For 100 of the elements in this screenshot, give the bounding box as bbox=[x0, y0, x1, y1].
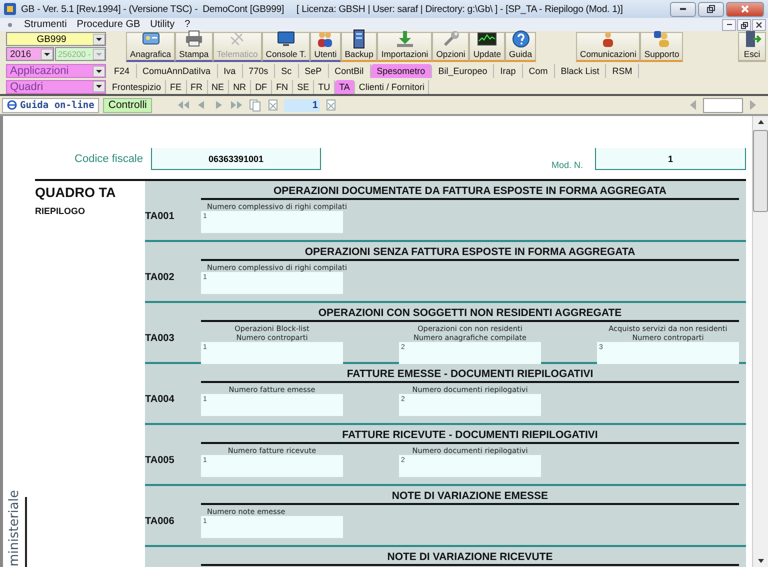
dropdown-arrow-icon bbox=[93, 34, 105, 44]
next-icon bbox=[748, 98, 758, 112]
section-title: NOTE DI VARIAZIONE RICEVUTE bbox=[201, 551, 739, 566]
tab[interactable]: Clienti / Fornitori bbox=[354, 80, 430, 94]
record-field[interactable] bbox=[703, 98, 743, 112]
tab[interactable]: 770s bbox=[242, 64, 276, 78]
tab[interactable]: NR bbox=[229, 80, 252, 94]
company-dropdown[interactable]: GB999 bbox=[6, 32, 106, 46]
tab[interactable]: F24 bbox=[108, 64, 137, 78]
toolbar-button[interactable]: Stampa bbox=[175, 32, 213, 62]
row-code: TA003 bbox=[145, 333, 174, 344]
tab[interactable]: Irap bbox=[494, 64, 523, 78]
scroll-thumb[interactable] bbox=[753, 130, 768, 212]
tab[interactable]: SE bbox=[293, 80, 314, 94]
section-title: OPERAZIONI DOCUMENTATE DA FATTURA ESPOSTE IN FORMA AGGREGATA bbox=[201, 185, 739, 200]
model-label: Mod. N. bbox=[551, 160, 584, 170]
minimize-icon bbox=[726, 24, 732, 25]
minimize-icon bbox=[680, 8, 686, 10]
tab[interactable]: Sc bbox=[275, 64, 299, 78]
tax-code-field[interactable]: 06363391001 bbox=[151, 148, 321, 170]
menu-item[interactable]: ? bbox=[184, 19, 190, 30]
toolbar-button[interactable]: Esci bbox=[738, 32, 766, 62]
tab[interactable]: RSM bbox=[606, 64, 640, 78]
app-logo-icon bbox=[3, 2, 17, 16]
delete-page-button[interactable] bbox=[266, 98, 280, 112]
tab[interactable]: Iva bbox=[218, 64, 243, 78]
last-record-button[interactable] bbox=[230, 98, 244, 112]
close-icon bbox=[755, 20, 763, 28]
menu-item[interactable]: Strumenti bbox=[24, 19, 67, 30]
quadro-subtitle: RIEPILOGO bbox=[35, 206, 86, 216]
tab[interactable]: DF bbox=[251, 80, 272, 94]
monitor-icon bbox=[276, 29, 296, 49]
delete-page-button[interactable] bbox=[324, 98, 338, 112]
page-number-field[interactable]: 1 bbox=[284, 98, 320, 112]
row-code: TA004 bbox=[145, 394, 174, 405]
row-code: TA001 bbox=[145, 211, 174, 222]
copy-page-icon bbox=[248, 98, 262, 112]
section-title: FATTURE EMESSE - DOCUMENTI RIEPILOGATIVI bbox=[201, 368, 739, 383]
tab[interactable]: Spesometro bbox=[370, 64, 432, 78]
tab[interactable]: SeP bbox=[298, 64, 329, 78]
tab[interactable]: FR bbox=[186, 80, 208, 94]
dropdown-arrow-icon bbox=[93, 66, 105, 76]
toolbar-button[interactable]: Guida bbox=[505, 32, 536, 62]
toolbar-button[interactable]: Console T. bbox=[262, 32, 310, 62]
model-number-field[interactable]: 1 bbox=[595, 148, 746, 170]
menu-item[interactable]: Procedure GB bbox=[76, 19, 140, 30]
maximize-button[interactable] bbox=[737, 18, 751, 30]
first-record-button[interactable] bbox=[176, 98, 190, 112]
restore-icon bbox=[740, 20, 748, 28]
dropdown-arrow-icon bbox=[41, 48, 53, 60]
year-dropdown[interactable]: 2016 bbox=[6, 47, 54, 61]
row-code: TA005 bbox=[145, 455, 174, 466]
download-icon bbox=[394, 29, 415, 49]
toolbar-button[interactable]: Backup bbox=[340, 32, 378, 62]
section-title: OPERAZIONI CON SOGGETTI NON RESIDENTI AGGREGATE bbox=[201, 307, 739, 322]
copy-page-button[interactable] bbox=[248, 98, 262, 112]
tab[interactable]: Com bbox=[522, 64, 555, 78]
tax-code-label: Codice fiscale bbox=[74, 153, 144, 165]
last-record-icon bbox=[230, 98, 244, 112]
first-record-icon bbox=[176, 98, 190, 112]
delete-page-icon bbox=[266, 98, 280, 112]
previous-button[interactable] bbox=[688, 98, 698, 112]
close-button[interactable] bbox=[752, 18, 766, 30]
minimize-button[interactable] bbox=[670, 2, 696, 16]
toolbar-button[interactable]: Utenti bbox=[310, 32, 341, 62]
tab[interactable]: ComuAnnDatiIva bbox=[136, 64, 218, 78]
scrollbar[interactable] bbox=[752, 116, 768, 567]
toolbar-button[interactable]: Comunicazioni bbox=[576, 32, 640, 62]
tab[interactable]: Black List bbox=[554, 64, 606, 78]
section-title: NOTE DI VARIAZIONE EMESSE bbox=[201, 490, 739, 505]
menu-dot-icon bbox=[6, 20, 14, 28]
maximize-button[interactable] bbox=[698, 2, 724, 16]
section-title: FATTURE RICEVUTE - DOCUMENTI RIEPILOGATIVI bbox=[201, 429, 739, 444]
row-code: TA002 bbox=[145, 272, 174, 283]
help-online-button[interactable]: Guida on-line bbox=[2, 98, 100, 112]
side-note: ministeriale bbox=[7, 490, 22, 567]
tab[interactable]: Bil_Europeo bbox=[432, 64, 494, 78]
tab[interactable]: FE bbox=[166, 80, 187, 94]
toolbar-button[interactable]: Update bbox=[469, 32, 506, 62]
tab[interactable]: TA bbox=[335, 80, 355, 94]
window-title: GB - Ver. 5.1 [Rev.1994] - (Versione TSC) - DemoCont [GB999] [ Licenza: GBSH | User: saraf | Directory: g:\Gb\ ] - [SP_TA - Riepilogo (Mod. 1)] bbox=[21, 4, 624, 14]
section-title: OPERAZIONI SENZA FATTURA ESPOSTE IN FORMA AGGREGATA bbox=[201, 246, 739, 261]
toolbar-button[interactable]: Importazioni bbox=[377, 32, 432, 62]
tab[interactable]: Frontespizio bbox=[108, 80, 166, 94]
browser-e-icon bbox=[7, 100, 17, 110]
next-button[interactable] bbox=[748, 98, 758, 112]
toolbar-button[interactable]: Supporto bbox=[640, 32, 684, 62]
quadro-title: QUADRO TA bbox=[35, 185, 117, 200]
support-icon bbox=[652, 29, 672, 49]
row-code: TA006 bbox=[145, 516, 174, 527]
previous-icon bbox=[688, 98, 698, 112]
minimize-button[interactable] bbox=[722, 18, 736, 30]
tab[interactable]: FN bbox=[272, 80, 294, 94]
dropdown-arrow-icon bbox=[93, 48, 105, 60]
toolbar-button[interactable]: Opzioni bbox=[432, 32, 470, 62]
close-icon bbox=[740, 4, 750, 14]
menu-item[interactable]: Utility bbox=[150, 19, 175, 30]
toolbar-button[interactable]: Anagrafica bbox=[126, 32, 176, 62]
tab[interactable]: NE bbox=[208, 80, 230, 94]
controls-button[interactable]: Controlli bbox=[103, 98, 152, 112]
